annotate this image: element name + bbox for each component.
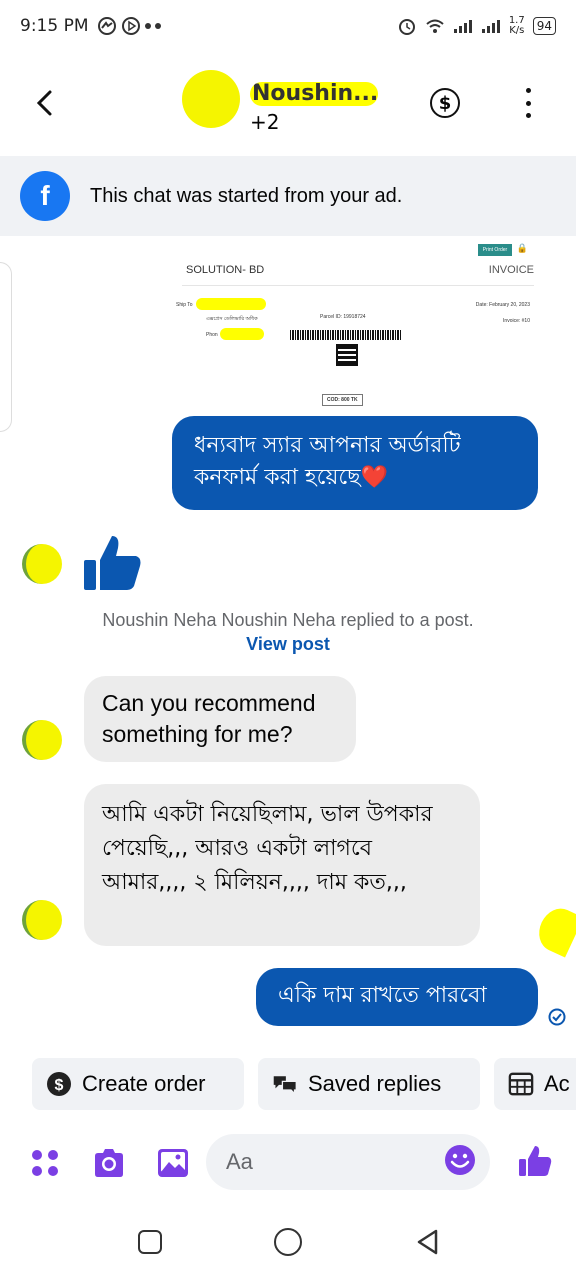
contact-avatar-small bbox=[22, 544, 62, 584]
saved-replies-button[interactable]: Saved replies bbox=[258, 1058, 480, 1110]
redaction-mark bbox=[196, 298, 266, 310]
chat-header: Noushin... +2 $ bbox=[0, 52, 576, 152]
seen-avatar-indicator bbox=[532, 902, 576, 958]
previous-attachment-edge bbox=[0, 262, 12, 432]
appointment-label: Ac bbox=[544, 1071, 570, 1096]
gallery-icon[interactable] bbox=[156, 1146, 190, 1180]
invoice-parcel-id: Parcel ID: 19918724 bbox=[320, 314, 366, 320]
thumbs-up-icon[interactable] bbox=[518, 1144, 552, 1178]
invoice-ship-to: Ship To bbox=[176, 302, 193, 308]
invoice-phone: Phon bbox=[206, 332, 218, 338]
message-composer: Aa bbox=[0, 1130, 576, 1194]
participants-count: +2 bbox=[250, 110, 280, 134]
post-reply-note: Noushin Neha Noushin Neha replied to a p… bbox=[100, 608, 476, 656]
invoice-print-button: Print Order bbox=[478, 244, 512, 256]
quick-actions-bar: $ Create order Saved replies Ac bbox=[0, 1058, 576, 1110]
chevron-left-icon[interactable] bbox=[30, 88, 60, 118]
view-post-link[interactable]: View post bbox=[246, 634, 330, 654]
wifi-icon bbox=[426, 19, 444, 33]
post-reply-text: Noushin Neha Noushin Neha replied to a p… bbox=[102, 610, 474, 630]
lock-icon: 🔒 bbox=[516, 243, 528, 253]
message-bubble-incoming[interactable]: আমি একটা নিয়েছিলাম, ভাল উপকার পেয়েছি,,… bbox=[84, 784, 480, 946]
signal-icon bbox=[481, 20, 500, 33]
invoice-company: SOLUTION- BD bbox=[186, 264, 265, 276]
barcode bbox=[290, 330, 402, 340]
signal-icon bbox=[453, 20, 472, 33]
alarm-icon bbox=[398, 19, 415, 35]
invoice-address: এক্সপ্রেস ডেলিভারি অধিক bbox=[206, 316, 258, 322]
more-vertical-icon[interactable] bbox=[518, 88, 538, 118]
system-nav-bar bbox=[0, 1212, 576, 1280]
delivered-check-icon bbox=[548, 1008, 566, 1026]
invoice-date: Date: February 20, 2023 bbox=[475, 302, 530, 308]
contact-avatar-small bbox=[22, 720, 62, 760]
qr-code bbox=[336, 344, 358, 366]
network-speed-unit: K/s bbox=[509, 25, 525, 36]
saved-replies-icon bbox=[272, 1071, 298, 1097]
apps-grid-icon[interactable] bbox=[28, 1146, 62, 1180]
network-speed: 1.7 K/s bbox=[509, 16, 525, 36]
more-notifications-icon bbox=[154, 23, 161, 29]
payment-button[interactable]: $ bbox=[430, 88, 460, 118]
create-order-button[interactable]: $ Create order bbox=[32, 1058, 244, 1110]
svg-text:$: $ bbox=[55, 1077, 64, 1094]
create-order-label: Create order bbox=[82, 1071, 206, 1096]
appointment-button[interactable]: Ac bbox=[494, 1058, 576, 1110]
calendar-grid-icon bbox=[508, 1071, 534, 1097]
invoice-divider bbox=[182, 285, 534, 286]
camera-icon[interactable] bbox=[92, 1146, 126, 1180]
more-notifications-icon bbox=[144, 23, 151, 29]
back-triangle-icon[interactable] bbox=[414, 1228, 442, 1256]
invoice-number: Invoice: #10 bbox=[503, 318, 530, 324]
play-circle-icon bbox=[121, 17, 140, 35]
ad-banner-text: This chat was started from your ad. bbox=[90, 184, 403, 207]
emoji-icon[interactable] bbox=[444, 1144, 476, 1176]
home-button[interactable] bbox=[274, 1228, 302, 1256]
message-bubble-incoming[interactable]: Can you recommend something for me? bbox=[84, 676, 356, 762]
thumbs-up-icon[interactable] bbox=[80, 530, 144, 594]
system-indicators: 1.7 K/s 94 bbox=[397, 16, 556, 36]
saved-replies-label: Saved replies bbox=[308, 1071, 442, 1096]
notification-icons bbox=[97, 16, 161, 36]
recent-apps-button[interactable] bbox=[138, 1230, 162, 1254]
battery-indicator: 94 bbox=[532, 17, 556, 35]
status-bar: 9:15 PM 1.7 K/s 94 bbox=[0, 0, 576, 52]
facebook-icon: f bbox=[20, 171, 70, 221]
invoice-image[interactable]: Print Order 🔒 SOLUTION- BD INVOICE Ship … bbox=[174, 240, 540, 410]
ad-banner: f This chat was started from your ad. bbox=[0, 156, 576, 236]
dollar-circle-icon: $ bbox=[46, 1071, 72, 1097]
messenger-icon bbox=[97, 17, 116, 35]
invoice-title: INVOICE bbox=[488, 264, 534, 276]
status-time: 9:15 PM bbox=[20, 16, 89, 36]
dollar-icon: $ bbox=[438, 92, 452, 114]
message-bubble-outgoing[interactable]: একি দাম রাখতে পারবো bbox=[256, 968, 538, 1026]
redaction-mark bbox=[220, 328, 264, 340]
contact-avatar[interactable] bbox=[182, 70, 240, 128]
contact-avatar-small bbox=[22, 900, 62, 940]
message-bubble-outgoing[interactable]: ধন্যবাদ স্যার আপনার অর্ডারটি কনফার্ম করা… bbox=[172, 416, 538, 510]
contact-name[interactable]: Noushin... bbox=[250, 82, 378, 106]
invoice-cod-amount: COD: 800 TK bbox=[322, 394, 363, 406]
